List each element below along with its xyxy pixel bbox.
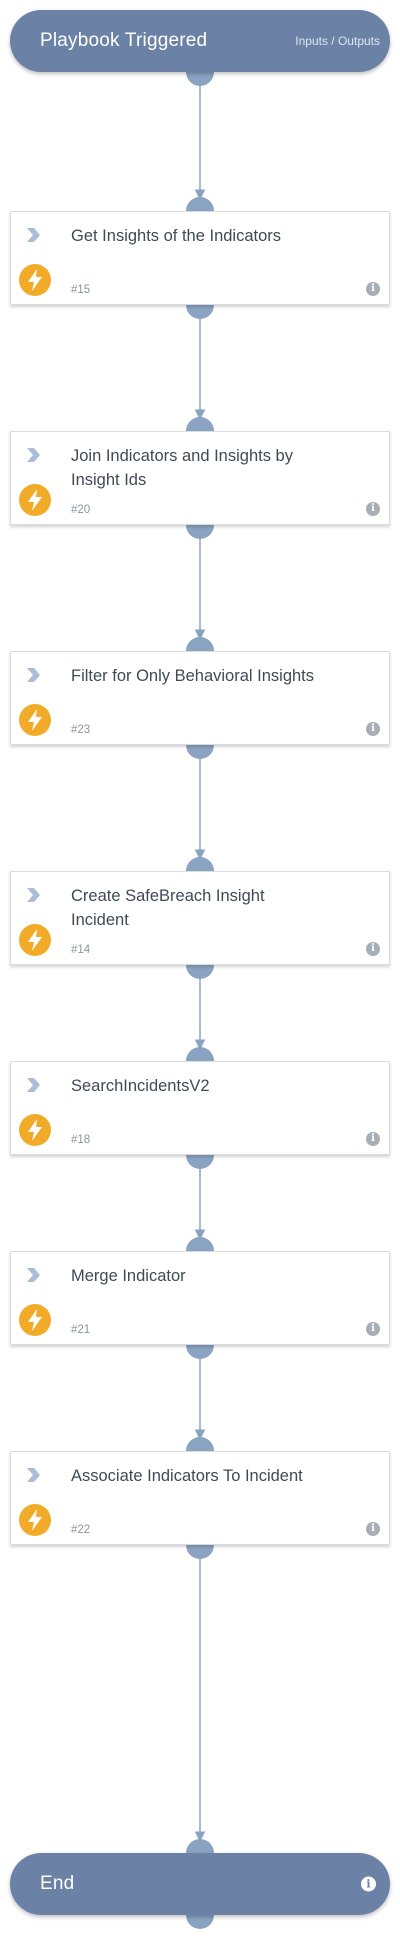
info-icon[interactable]: i — [366, 1322, 380, 1336]
task-number: #14 — [71, 944, 91, 956]
task-number: #15 — [71, 284, 91, 296]
task-number: #18 — [71, 1134, 91, 1146]
task-search-incidents[interactable]: SearchIncidentsV2 #18 i — [10, 1061, 390, 1155]
chevron-right-icon — [27, 1078, 40, 1092]
lightning-bolt-icon — [19, 1504, 51, 1536]
chevron-right-icon — [27, 448, 40, 462]
info-icon[interactable]: i — [366, 1522, 380, 1536]
task-name: Associate Indicators To Incident — [71, 1467, 303, 1485]
inputs-outputs-link[interactable]: Inputs / Outputs — [295, 34, 380, 48]
chevron-right-icon — [27, 668, 40, 682]
task-create-incident[interactable]: Create SafeBreach Insight Incident #14 i — [10, 871, 390, 965]
lightning-bolt-icon — [19, 484, 51, 516]
chevron-right-icon — [27, 228, 40, 242]
task-name: Get Insights of the Indicators — [71, 227, 282, 245]
task-name: Join Indicators and Insights by Insight … — [71, 447, 293, 489]
task-join-indicators[interactable]: Join Indicators and Insights by Insight … — [10, 431, 390, 525]
task-name: Create SafeBreach Insight Incident — [71, 887, 265, 929]
chevron-right-icon — [27, 1468, 40, 1482]
task-name: SearchIncidentsV2 — [71, 1077, 210, 1095]
playbook-start-node[interactable]: Playbook Triggered Inputs / Outputs — [10, 10, 390, 72]
task-name: Filter for Only Behavioral Insights — [71, 667, 315, 685]
end-node-title: End — [40, 1873, 75, 1894]
info-icon[interactable]: i — [366, 722, 380, 736]
task-get-insights[interactable]: Get Insights of the Indicators #15 i — [10, 211, 390, 305]
info-icon[interactable]: i — [366, 942, 380, 956]
lightning-bolt-icon — [19, 1304, 51, 1336]
start-node-title: Playbook Triggered — [40, 30, 208, 51]
playbook-end-node[interactable]: End i — [10, 1853, 390, 1915]
chevron-right-icon — [27, 888, 40, 902]
info-icon[interactable]: i — [366, 1132, 380, 1146]
info-icon[interactable]: i — [361, 1876, 376, 1892]
chevron-right-icon — [27, 1268, 40, 1282]
task-merge-indicator[interactable]: Merge Indicator #21 i — [10, 1251, 390, 1345]
task-number: #20 — [71, 504, 91, 516]
task-filter-behavioral[interactable]: Filter for Only Behavioral Insights #23 … — [10, 651, 390, 745]
task-associate-indicators[interactable]: Associate Indicators To Incident #22 i — [10, 1451, 390, 1545]
info-icon[interactable]: i — [366, 282, 380, 296]
lightning-bolt-icon — [19, 924, 51, 956]
lightning-bolt-icon — [19, 704, 51, 736]
task-number: #21 — [71, 1324, 91, 1336]
task-name: Merge Indicator — [71, 1267, 186, 1285]
lightning-bolt-icon — [19, 264, 51, 296]
info-icon[interactable]: i — [366, 502, 380, 516]
lightning-bolt-icon — [19, 1114, 51, 1146]
task-number: #23 — [71, 724, 91, 736]
task-number: #22 — [71, 1524, 91, 1536]
